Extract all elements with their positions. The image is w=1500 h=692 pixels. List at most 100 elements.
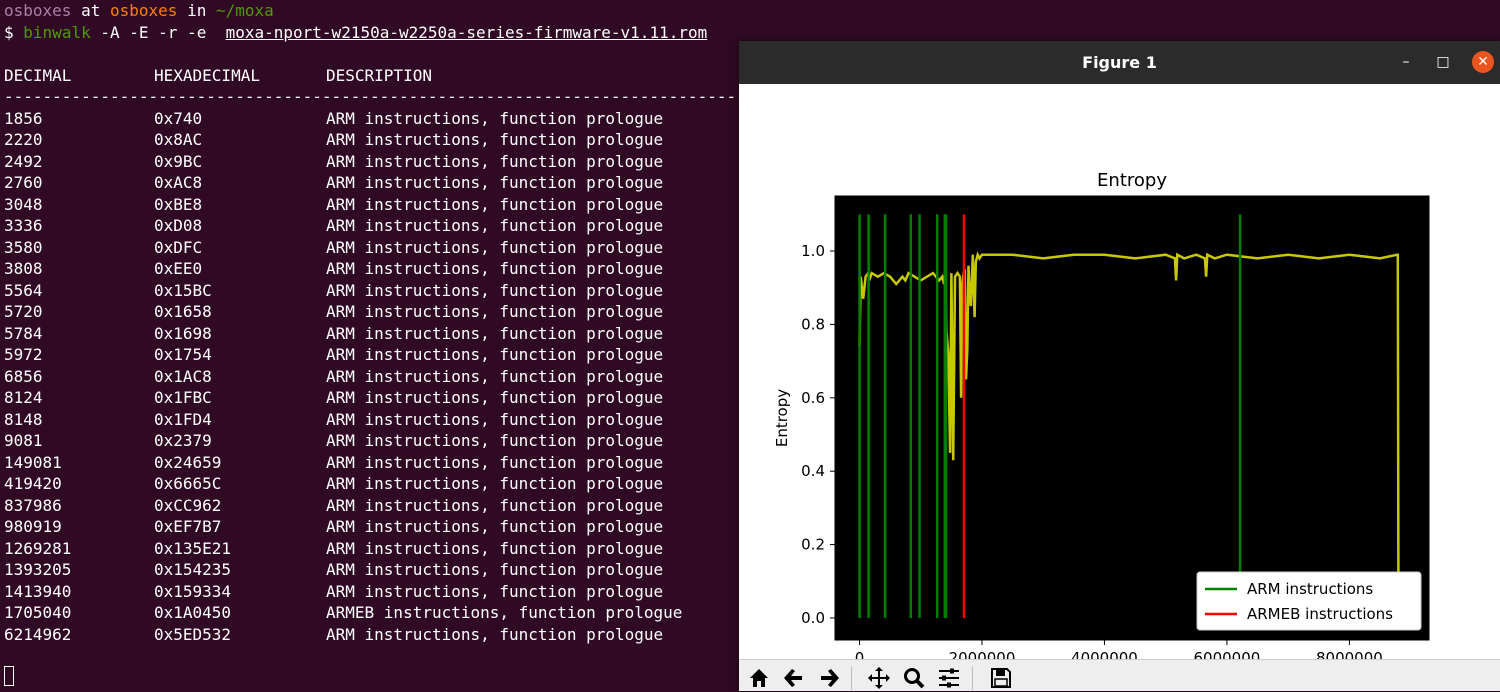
row-decimal: 2760 (4, 173, 43, 192)
row-decimal: 1393205 (4, 560, 72, 579)
row-description: ARM instructions, function prologue (326, 216, 664, 235)
row-decimal: 2220 (4, 130, 43, 149)
pan-button[interactable] (864, 664, 894, 692)
row-description: ARM instructions, function prologue (326, 474, 664, 493)
toolbar-separator (972, 666, 973, 690)
y-tick-label: 1.0 (801, 242, 825, 260)
pan-icon (868, 667, 890, 689)
row-hexadecimal: 0x8AC (154, 130, 203, 149)
close-button[interactable]: ✕ (1472, 51, 1494, 73)
row-hexadecimal: 0xD08 (154, 216, 203, 235)
row-hexadecimal: 0x1FBC (154, 388, 212, 407)
row-decimal: 1269281 (4, 538, 72, 558)
row-decimal: 2492 (4, 151, 43, 171)
row-description: ARM instructions, function prologue (326, 452, 664, 472)
x-tick-label: 2000000 (949, 649, 1016, 659)
prompt-line: osboxes at osboxes in ~/moxa (4, 0, 274, 22)
home-icon (750, 669, 768, 687)
row-hexadecimal: 0xBE8 (154, 194, 203, 214)
row-hexadecimal: 0x9BC (154, 151, 203, 171)
row-decimal: 3336 (4, 216, 43, 235)
row-hexadecimal: 0x1658 (154, 302, 212, 321)
row-description: ARM instructions, function prologue (326, 624, 664, 644)
row-hexadecimal: 0xEF7B7 (154, 517, 222, 536)
row-description: ARM instructions, function prologue (326, 108, 664, 128)
back-button[interactable] (779, 664, 809, 692)
chart-title: Entropy (1097, 170, 1167, 191)
row-description: ARM instructions, function prologue (326, 538, 664, 558)
navigation-toolbar (739, 659, 1500, 691)
row-hexadecimal: 0x740 (154, 108, 203, 128)
zoom-icon (904, 668, 925, 689)
row-description: ARM instructions, function prologue (326, 130, 664, 149)
figure-window[interactable]: Figure 1 – □ ✕ 0 2000000 4000000 6000000 800… (739, 41, 1500, 691)
row-hexadecimal: 0x24659 (154, 452, 222, 472)
row-decimal: 1856 (4, 108, 43, 128)
x-tick-label: 8000000 (1316, 649, 1383, 659)
row-hexadecimal: 0x1698 (154, 323, 212, 343)
row-hexadecimal: 0x5ED532 (154, 624, 232, 644)
x-tick-label: 4000000 (1071, 649, 1138, 659)
y-tick-label: 0.8 (801, 315, 825, 333)
toolbar-separator (851, 666, 852, 690)
save-button[interactable] (986, 664, 1016, 692)
row-hexadecimal: 0x1754 (154, 345, 212, 364)
configure-button[interactable] (934, 664, 964, 692)
row-hexadecimal: 0xCC962 (154, 495, 222, 515)
row-description: ARM instructions, function prologue (326, 581, 664, 601)
row-description: ARM instructions, function prologue (326, 388, 664, 407)
prompt-at: at (81, 1, 101, 20)
command-line: $ binwalk -A -E -r -e moxa-nport-w2150a-… (4, 22, 707, 44)
back-icon (784, 669, 802, 687)
prompt-host: osboxes (109, 1, 178, 20)
row-description: ARM instructions, function prologue (326, 280, 664, 300)
figure-canvas[interactable]: 0 2000000 4000000 6000000 8000000 0.0 0.2 0.4 0.… (739, 84, 1500, 690)
row-decimal: 3580 (4, 237, 43, 257)
row-description: ARM instructions, function prologue (326, 409, 664, 429)
row-decimal: 5564 (4, 280, 43, 300)
x-tick-label: 6000000 (1194, 649, 1261, 659)
row-description: ARM instructions, function prologue (326, 560, 664, 579)
prompt-dollar: $ (4, 22, 14, 42)
y-tick-label: 0.4 (801, 462, 825, 480)
row-decimal: 9081 (4, 431, 43, 450)
entropy-chart: 0 2000000 4000000 6000000 8000000 0.0 0.2 0.4 0.… (773, 170, 1430, 690)
save-icon (991, 668, 1011, 688)
forward-button[interactable] (814, 664, 844, 692)
row-decimal: 1705040 (4, 603, 72, 622)
maximize-button[interactable]: □ (1432, 51, 1454, 73)
row-decimal: 149081 (4, 452, 62, 472)
row-hexadecimal: 0xEE0 (154, 259, 203, 278)
row-decimal: 8148 (4, 409, 43, 429)
row-decimal: 419420 (4, 474, 62, 493)
legend-label: ARM instructions (1247, 580, 1373, 598)
minimize-button[interactable]: – (1395, 51, 1417, 73)
y-axis-label: Entropy (773, 389, 791, 447)
row-decimal: 6856 (4, 366, 43, 386)
row-decimal: 5784 (4, 323, 43, 343)
y-tick-label: 0.0 (801, 609, 825, 627)
row-description: ARMEB instructions, function prologue (326, 603, 683, 622)
window-title: Figure 1 (1082, 53, 1157, 72)
text-cursor (4, 666, 14, 686)
title-bar[interactable]: Figure 1 – □ ✕ (739, 41, 1500, 84)
row-hexadecimal: 0xDFC (154, 237, 203, 257)
home-button[interactable] (744, 664, 774, 692)
row-hexadecimal: 0x135E21 (154, 538, 232, 558)
row-description: ARM instructions, function prologue (326, 431, 664, 450)
header-decimal: DECIMAL (4, 65, 72, 85)
row-decimal: 3808 (4, 259, 43, 278)
prompt-path: ~/moxa (215, 1, 274, 20)
row-hexadecimal: 0x1AC8 (154, 366, 212, 386)
row-description: ARM instructions, function prologue (326, 323, 664, 343)
row-decimal: 6214962 (4, 624, 72, 644)
row-hexadecimal: 0x159334 (154, 581, 232, 601)
row-description: ARM instructions, function prologue (326, 237, 664, 257)
command-program: binwalk (23, 22, 91, 42)
row-hexadecimal: 0xAC8 (154, 173, 203, 192)
zoom-button[interactable] (899, 664, 929, 692)
row-decimal: 3048 (4, 194, 43, 214)
row-decimal: 5720 (4, 302, 43, 321)
row-description: ARM instructions, function prologue (326, 194, 664, 214)
row-description: ARM instructions, function prologue (326, 302, 664, 321)
